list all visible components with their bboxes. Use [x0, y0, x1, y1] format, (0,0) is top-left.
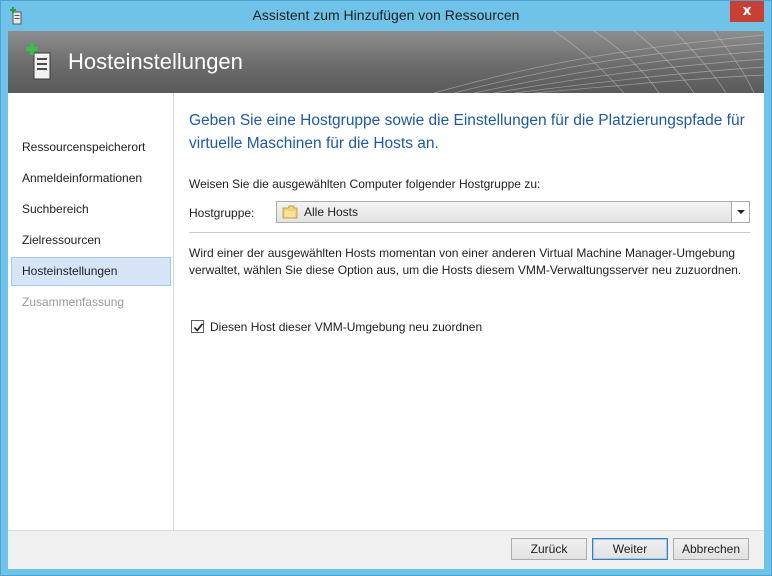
add-host-icon — [26, 43, 51, 80]
wizard-content-panel: Geben Sie eine Hostgruppe sowie die Eins… — [174, 93, 764, 530]
reassign-host-checkbox-label[interactable]: Diesen Host dieser VMM-Umgebung neu zuor… — [210, 320, 482, 334]
hostgroup-dropdown[interactable]: Alle Hosts — [276, 201, 750, 223]
step-heading: Geben Sie eine Hostgruppe sowie die Eins… — [189, 112, 745, 152]
banner-wave-decoration — [434, 31, 764, 93]
hostgroup-label: Hostgruppe: — [189, 206, 255, 220]
window-title: Assistent zum Hinzufügen von Ressourcen — [252, 7, 520, 23]
nav-item-ressourcenspeicherort[interactable]: Ressourcenspeicherort — [11, 133, 171, 162]
wizard-banner: Hosteinstellungen — [8, 31, 764, 93]
close-button[interactable]: x — [730, 1, 764, 22]
nav-item-zielressourcen[interactable]: Zielressourcen — [11, 226, 171, 255]
chevron-down-icon — [737, 210, 745, 214]
nav-item-hosteinstellungen[interactable]: Hosteinstellungen — [11, 257, 171, 286]
hostgroup-selected-value: Alle Hosts — [304, 205, 359, 219]
back-button[interactable]: Zurück — [511, 538, 587, 560]
wizard-client-area: Hosteinstellungen Ressourcenspeicherort … — [8, 31, 764, 569]
page-title: Hosteinstellungen — [68, 49, 243, 74]
next-button[interactable]: Weiter — [592, 538, 668, 560]
wizard-footer: Zurück Weiter Abbrechen — [8, 530, 764, 569]
host-group-folder-icon — [282, 205, 298, 219]
cancel-button[interactable]: Abbrechen — [673, 538, 749, 560]
hostgroup-instruction: Weisen Sie die ausgewählten Computer fol… — [189, 177, 541, 191]
reassign-explanation: Wird einer der ausgewählten Hosts moment… — [189, 246, 742, 277]
wizard-window: Assistent zum Hinzufügen von Ressourcen … — [0, 0, 772, 576]
reassign-host-checkbox[interactable] — [191, 320, 204, 333]
section-divider — [189, 232, 750, 233]
nav-item-zusammenfassung: Zusammenfassung — [22, 295, 125, 309]
title-bar[interactable]: Assistent zum Hinzufügen von Ressourcen … — [1, 1, 771, 31]
checkmark-icon — [193, 323, 204, 332]
wizard-step-navigation: Ressourcenspeicherort Anmeldeinformation… — [8, 93, 174, 530]
nav-item-suchbereich[interactable]: Suchbereich — [11, 195, 171, 224]
nav-item-anmeldeinformationen[interactable]: Anmeldeinformationen — [11, 164, 171, 193]
dropdown-arrow[interactable] — [731, 202, 749, 222]
